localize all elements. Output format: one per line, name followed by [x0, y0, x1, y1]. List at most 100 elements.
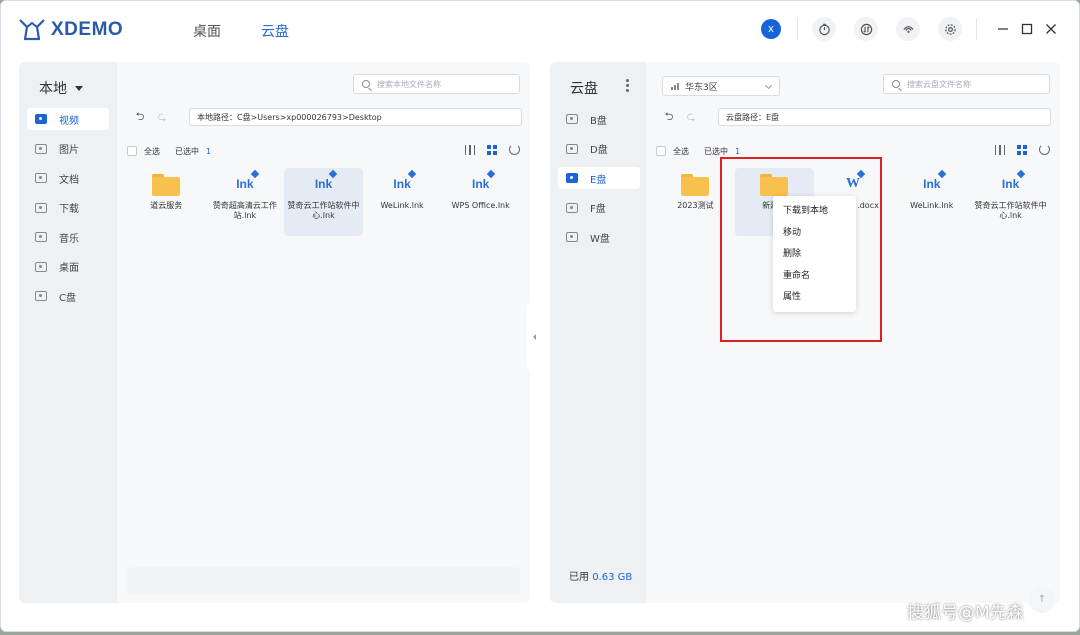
local-file-grid: 道云服务 Ink 赞奇超高清云工作站.lnk Ink 赞奇云工作站软件中心.ln… [127, 168, 520, 236]
sidebar-item-downloads[interactable]: 下载 [27, 197, 109, 219]
close-icon[interactable] [1039, 17, 1063, 41]
logo-text: XDEMO [51, 19, 124, 40]
sidebar-item-b-drive[interactable]: B盘 [558, 108, 640, 130]
scroll-top-button[interactable]: ↑ [1029, 587, 1055, 613]
sidebar-item-videos[interactable]: 视频 [27, 108, 109, 130]
sidebar-item-label: E盘 [590, 174, 607, 186]
app-window: XDEMO 桌面 云盘 x 本地 视频 图片 文档 下载 音乐 桌面 C盘 搜索… [0, 0, 1080, 632]
file-item[interactable]: Ink 赞奇超高清云工作站.lnk [206, 168, 285, 236]
select-all-checkbox[interactable] [127, 146, 137, 156]
drive-icon [566, 173, 578, 183]
back-icon[interactable]: ⮌ [660, 110, 678, 124]
file-item[interactable]: Ink WPS Office.lnk [441, 168, 520, 236]
timer-icon[interactable] [812, 17, 836, 41]
local-content: 搜索本地文件名称 ⮌ ⮎ 本地路径：C盘>Users>xp000026793>D… [117, 62, 530, 603]
file-name: WPS Office.lnk [451, 201, 510, 210]
transfer-icon[interactable] [854, 17, 878, 41]
file-name: 赞奇超高清云工作站.lnk [212, 201, 277, 220]
nav-tab-cloud[interactable]: 云盘 [261, 21, 289, 41]
sidebar-item-label: D盘 [590, 145, 608, 156]
maximize-icon[interactable] [1015, 17, 1039, 41]
drive-icon [566, 114, 578, 124]
shortcut-icon: Ink [309, 169, 338, 196]
selected-count: 1 [206, 146, 212, 156]
chevron-down-icon [764, 81, 773, 90]
file-item[interactable]: Ink 赞奇云工作站软件中心.lnk [284, 168, 363, 236]
video-icon [35, 114, 47, 124]
refresh-icon[interactable] [509, 144, 520, 155]
download-icon [35, 202, 47, 213]
grid-view-icon[interactable] [487, 144, 497, 155]
cloud-path-field[interactable]: 云盘路径：E盘 [718, 108, 1051, 126]
app-logo: XDEMO [17, 15, 123, 45]
sidebar-item-d-drive[interactable]: D盘 [558, 138, 640, 160]
file-item[interactable]: Ink 赞奇云工作站软件中心.lnk [971, 168, 1050, 236]
sidebar-item-label: 下载 [59, 204, 79, 215]
cloud-sidebar-list: B盘 D盘 E盘 F盘 W盘 [558, 108, 640, 256]
refresh-icon[interactable] [1039, 144, 1050, 155]
sidebar-item-documents[interactable]: 文档 [27, 167, 109, 189]
file-item[interactable]: 道云服务 [127, 168, 206, 236]
shortcut-icon: Ink [997, 169, 1025, 196]
sidebar-item-e-drive[interactable]: E盘 [558, 167, 640, 189]
usage-label: 已用 [569, 572, 589, 583]
divider [976, 18, 977, 40]
titlebar-actions: x [761, 17, 1063, 41]
title-bar: XDEMO 桌面 云盘 x [1, 1, 1079, 59]
shortcut-icon: Ink [467, 169, 495, 196]
local-search-input[interactable]: 搜索本地文件名称 [353, 74, 520, 94]
folder-icon [152, 174, 181, 196]
signal-icon [671, 82, 679, 90]
sidebar-item-c-drive[interactable]: C盘 [27, 285, 109, 307]
sidebar-item-label: C盘 [59, 292, 76, 304]
divider [797, 18, 798, 40]
local-path-field[interactable]: 本地路径：C盘>Users>xp000026793>Desktop [189, 108, 522, 126]
file-name: WeLink.lnk [380, 201, 424, 210]
region-select[interactable]: 华东3区 [662, 76, 780, 96]
drive-icon [35, 291, 47, 301]
folder-icon [681, 174, 710, 196]
local-source-dropdown[interactable]: 本地 [39, 78, 83, 98]
picture-icon [35, 143, 47, 154]
top-nav: 桌面 云盘 [193, 21, 289, 41]
grid-view-icon[interactable] [1017, 144, 1027, 155]
sidebar-item-pictures[interactable]: 图片 [27, 138, 109, 160]
panel-collapse-handle[interactable] [527, 301, 543, 373]
shortcut-icon: Ink [388, 169, 417, 196]
gear-icon[interactable] [938, 17, 962, 41]
status-strip [127, 567, 520, 595]
desktop-icon [35, 261, 47, 272]
nav-tab-desktop[interactable]: 桌面 [193, 21, 221, 41]
cloud-title: 云盘 [570, 78, 598, 98]
avatar[interactable]: x [761, 19, 781, 39]
file-item[interactable]: Ink WeLink.lnk [892, 168, 971, 236]
selected-count: 1 [735, 146, 741, 156]
forward-icon[interactable]: ⮎ [153, 110, 171, 124]
sidebar-item-f-drive[interactable]: F盘 [558, 197, 640, 219]
cloud-pathbar: ⮌ ⮎ 云盘路径：E盘 [660, 108, 1051, 126]
file-item[interactable]: Ink WeLink.lnk [363, 168, 442, 236]
search-placeholder: 搜索本地文件名称 [377, 79, 441, 89]
drive-icon [566, 232, 578, 242]
sidebar-item-music[interactable]: 音乐 [27, 226, 109, 248]
annotation-highlight-box [720, 157, 882, 342]
list-view-icon[interactable] [465, 144, 475, 155]
minimize-icon[interactable] [991, 17, 1015, 41]
forward-icon[interactable]: ⮎ [682, 110, 700, 124]
sidebar-item-w-drive[interactable]: W盘 [558, 226, 640, 248]
more-icon[interactable] [626, 79, 629, 92]
local-panel: 本地 视频 图片 文档 下载 音乐 桌面 C盘 搜索本地文件名称 ⮌ ⮎ 本地路… [19, 62, 530, 603]
cloud-search-input[interactable]: 搜索云盘文件名称 [883, 74, 1050, 94]
select-all-checkbox[interactable] [656, 146, 666, 156]
caret-down-icon [75, 85, 83, 91]
file-name: WeLink.lnk [910, 201, 954, 210]
network-icon[interactable] [896, 17, 920, 41]
back-icon[interactable]: ⮌ [131, 110, 149, 124]
sidebar-item-desktop[interactable]: 桌面 [27, 256, 109, 278]
list-view-icon[interactable] [995, 144, 1005, 155]
sidebar-item-label: 桌面 [59, 263, 79, 274]
select-all-label: 全选 [673, 146, 689, 156]
cloud-sidebar: 云盘 B盘 D盘 E盘 F盘 W盘 已用 0.63 GB [550, 62, 646, 603]
search-icon [892, 80, 900, 88]
local-pathbar: ⮌ ⮎ 本地路径：C盘>Users>xp000026793>Desktop [131, 108, 522, 126]
